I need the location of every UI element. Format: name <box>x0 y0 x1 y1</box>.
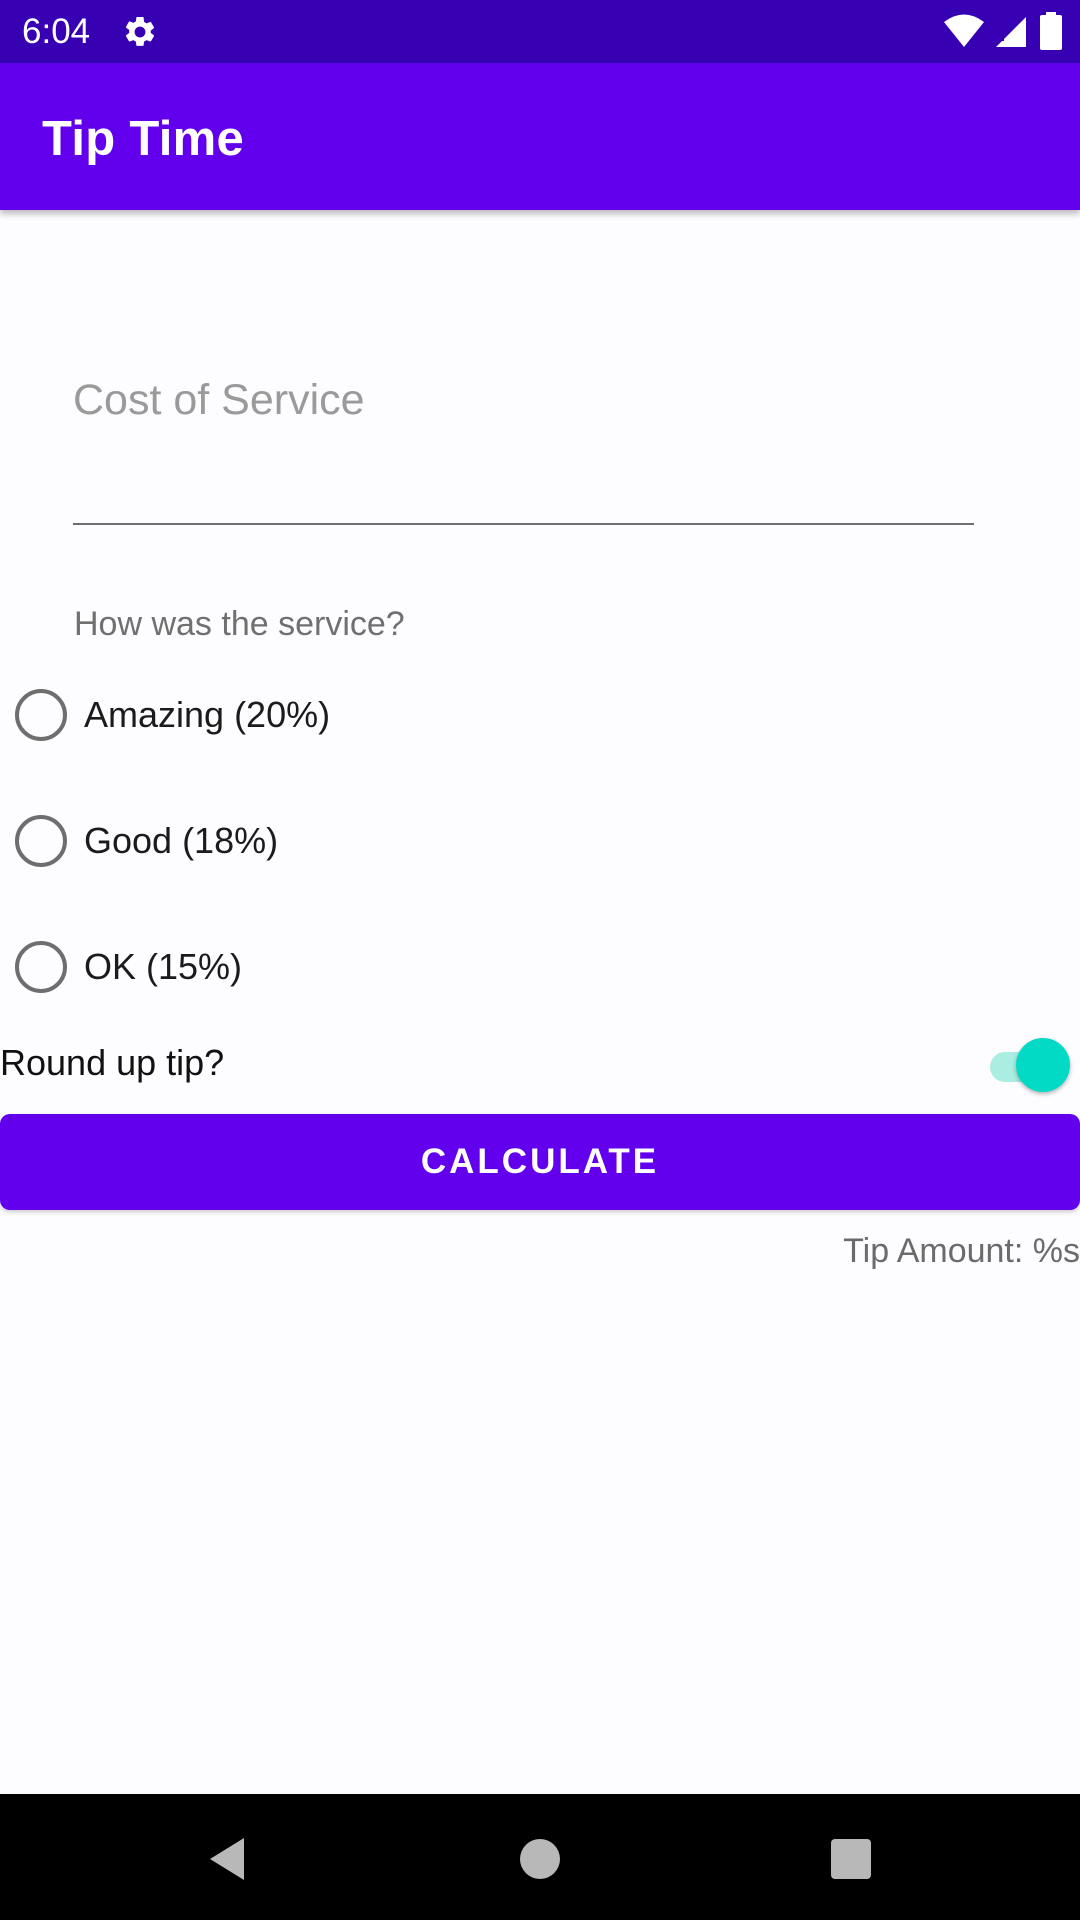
option-good[interactable]: Good (18%) <box>0 801 500 881</box>
calculate-button[interactable]: CALCULATE <box>0 1114 1080 1210</box>
navigation-bar <box>0 1794 1080 1920</box>
battery-icon <box>1040 12 1062 50</box>
home-icon[interactable] <box>515 1834 565 1884</box>
cost-of-service-field[interactable] <box>73 345 974 525</box>
cost-of-service-input[interactable] <box>73 345 974 455</box>
recents-icon[interactable] <box>826 1834 876 1884</box>
tip-amount-result: Tip Amount: %s <box>843 1232 1080 1270</box>
option-amazing-label: Amazing (20%) <box>84 694 331 735</box>
tip-time-screen: 6:04 Tip Time How was the service? <box>0 0 1080 1920</box>
status-icons <box>944 12 1062 50</box>
signal-icon <box>996 17 1026 47</box>
radio-button-amazing[interactable] <box>15 689 67 741</box>
round-up-switch[interactable] <box>988 1038 1072 1094</box>
back-icon[interactable] <box>204 1834 254 1884</box>
settings-gear-icon <box>125 16 155 46</box>
app-bar: Tip Time <box>0 63 1080 210</box>
wifi-icon <box>944 14 984 47</box>
option-amazing[interactable]: Amazing (20%) <box>0 675 500 755</box>
round-up-label: Round up tip? <box>0 1042 225 1083</box>
option-good-label: Good (18%) <box>84 820 279 861</box>
option-ok[interactable]: OK (15%) <box>0 927 500 1007</box>
service-question: How was the service? <box>74 605 405 643</box>
option-ok-label: OK (15%) <box>84 946 243 987</box>
switch-thumb[interactable] <box>1016 1038 1070 1092</box>
app-title: Tip Time <box>42 112 245 166</box>
status-bar: 6:04 <box>0 0 1080 63</box>
radio-button-good[interactable] <box>15 815 67 867</box>
cost-input-underline <box>73 523 974 525</box>
status-time: 6:04 <box>22 12 91 51</box>
radio-button-ok[interactable] <box>15 941 67 993</box>
